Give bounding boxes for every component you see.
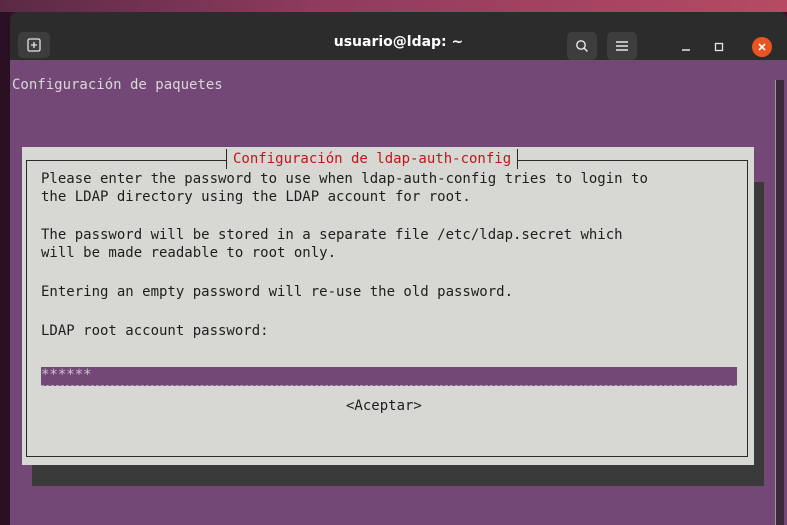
dialog-text-line: Please enter the password to use when ld…	[41, 171, 648, 187]
maximize-icon	[714, 42, 724, 52]
password-input[interactable]: ******	[41, 367, 737, 386]
terminal-window: usuario@ldap: ~ Configuración de paquete…	[10, 12, 787, 525]
dialog-text-line: The password will be stored in a separat…	[41, 227, 623, 243]
terminal-area[interactable]: Configuración de paquetes Configuración …	[10, 60, 787, 525]
desktop-background	[0, 0, 787, 12]
minimize-icon	[682, 49, 690, 51]
hamburger-menu-icon	[616, 41, 628, 51]
minimize-button[interactable]	[677, 38, 695, 56]
password-prompt-label: LDAP root account password:	[41, 323, 269, 339]
menu-button[interactable]	[607, 32, 637, 60]
maximize-button[interactable]	[710, 38, 728, 56]
window-title: usuario@ldap: ~	[333, 34, 464, 50]
close-icon	[758, 43, 766, 51]
accept-button[interactable]: <Aceptar>	[346, 398, 422, 414]
search-button[interactable]	[567, 32, 597, 60]
dialog-text-line: the LDAP directory using the LDAP accoun…	[41, 189, 471, 205]
desktop-edge	[0, 12, 10, 525]
dialog-title: Configuración de ldap-auth-config	[226, 149, 519, 169]
dialog-text-line: will be made readable to root only.	[41, 245, 337, 261]
dialog-text-line: Entering an empty password will re-use t…	[41, 284, 514, 300]
title-bar: usuario@ldap: ~	[10, 12, 787, 60]
scrollbar[interactable]	[775, 80, 784, 525]
package-config-backtitle: Configuración de paquetes	[12, 77, 223, 93]
search-icon	[576, 40, 589, 53]
close-button[interactable]	[752, 37, 772, 57]
config-dialog: Configuración de ldap-auth-config Please…	[22, 147, 754, 465]
